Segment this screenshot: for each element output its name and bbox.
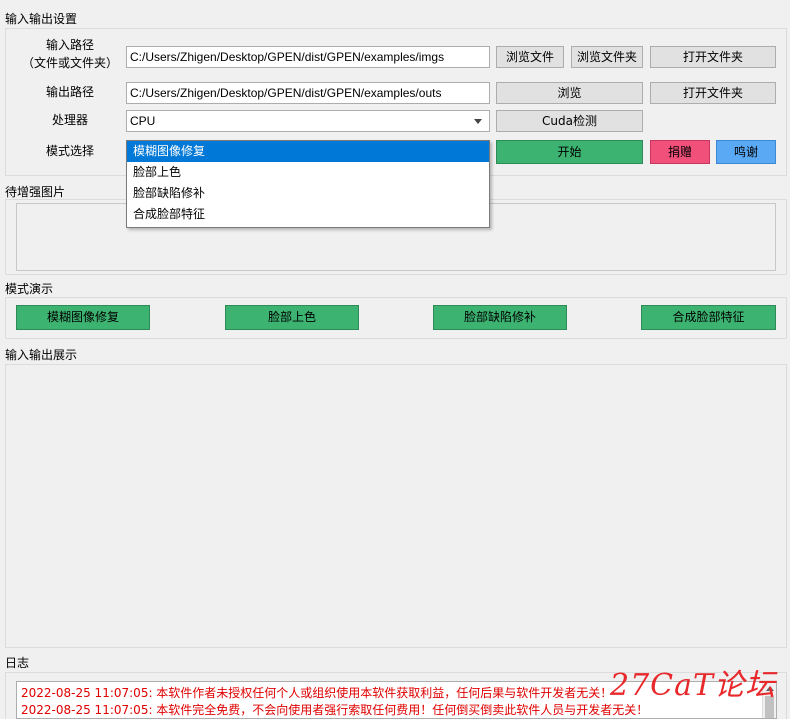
mode-option-face-colorize[interactable]: 脸部上色 [127, 162, 489, 183]
log-line: 2022-08-25 11:07:05: 本软件完全免费，不会向使用者强行索取任… [21, 703, 649, 717]
processor-select-value: CPU [130, 114, 156, 128]
output-path-field[interactable]: C:/Users/Zhigen/Desktop/GPEN/dist/GPEN/e… [126, 82, 490, 104]
cuda-check-button[interactable]: Cuda检测 [496, 110, 643, 132]
thanks-button[interactable]: 鸣谢 [716, 140, 776, 164]
browse-output-button[interactable]: 浏览 [496, 82, 643, 104]
mode-select-dropdown[interactable]: 模糊图像修复 脸部上色 脸部缺陷修补 合成脸部特征 [126, 140, 490, 228]
start-button[interactable]: 开始 [496, 140, 643, 164]
chevron-down-icon [474, 119, 482, 124]
browse-folder-button[interactable]: 浏览文件夹 [571, 46, 643, 68]
output-path-label: 输出路径 [45, 85, 94, 99]
input-path-label-line2: （文件或文件夹） [22, 56, 119, 70]
watermark-logo: 27CaT论坛 [610, 668, 777, 703]
processor-select[interactable]: CPU [126, 110, 490, 132]
demo-face-synthesis-button[interactable]: 合成脸部特征 [641, 305, 776, 330]
donate-button[interactable]: 捐赠 [650, 140, 710, 164]
demo-face-colorize-button[interactable]: 脸部上色 [225, 305, 359, 330]
input-path-field[interactable]: C:/Users/Zhigen/Desktop/GPEN/dist/GPEN/e… [126, 46, 490, 68]
section-title-mode-demo: 模式演示 [5, 282, 54, 296]
section-title-log: 日志 [5, 656, 30, 670]
processor-label: 处理器 [51, 113, 88, 127]
mode-option-face-inpaint[interactable]: 脸部缺陷修补 [127, 183, 489, 204]
io-display-panel [5, 364, 787, 648]
input-path-label-line1: 输入路径 [45, 38, 94, 52]
section-title-io-settings: 输入输出设置 [5, 12, 78, 26]
demo-face-inpaint-button[interactable]: 脸部缺陷修补 [433, 305, 567, 330]
mode-option-face-synthesis[interactable]: 合成脸部特征 [127, 204, 489, 225]
open-output-folder-button[interactable]: 打开文件夹 [650, 82, 776, 104]
section-title-pending-images: 待增强图片 [5, 185, 66, 199]
input-path-label: 输入路径 （文件或文件夹） [22, 36, 118, 72]
mode-select-label: 模式选择 [45, 144, 94, 158]
demo-blur-restore-button[interactable]: 模糊图像修复 [16, 305, 150, 330]
section-title-io-display: 输入输出展示 [5, 348, 78, 362]
mode-option-blur-restore[interactable]: 模糊图像修复 [127, 141, 489, 162]
browse-file-button[interactable]: 浏览文件 [496, 46, 564, 68]
open-input-folder-button[interactable]: 打开文件夹 [650, 46, 776, 68]
